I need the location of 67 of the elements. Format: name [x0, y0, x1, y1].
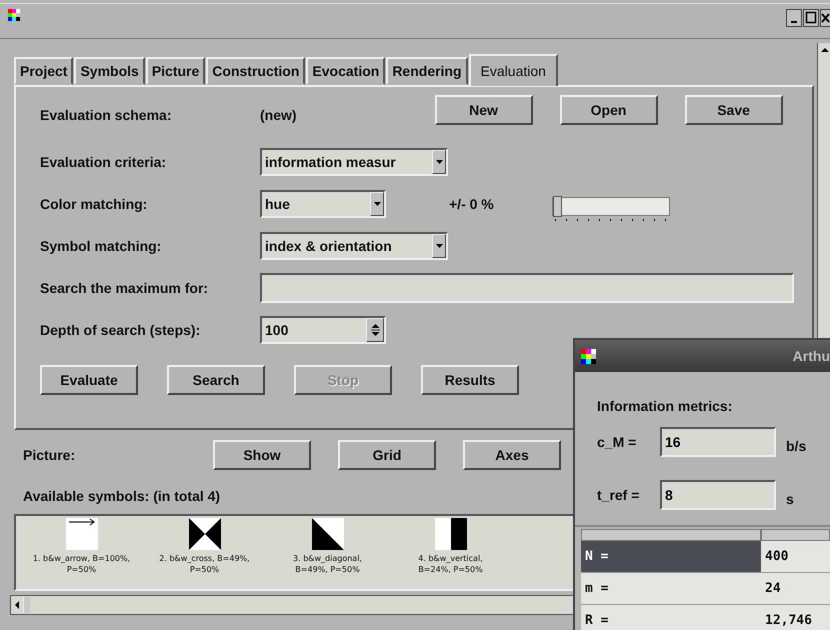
- action-button[interactable]: Search: [167, 365, 265, 395]
- toolbar-button[interactable]: Open: [560, 95, 658, 125]
- search-field[interactable]: [260, 273, 794, 303]
- window-title: Arthu: [792, 348, 830, 364]
- column-header[interactable]: [761, 529, 830, 541]
- tab[interactable]: Evaluation: [468, 54, 558, 86]
- app-icon: [8, 9, 20, 21]
- field-label: Search the maximum for:: [40, 280, 210, 296]
- field-label: Depth of search (steps):: [40, 322, 202, 338]
- symbol-caption: 3. b&w_diagonal, B=49%, P=50%: [293, 553, 362, 575]
- unit-label: b/s: [786, 438, 806, 454]
- field-label: c_M =: [597, 434, 638, 450]
- arrow-symbol-icon[interactable]: [66, 518, 98, 550]
- app-icon: [581, 348, 596, 364]
- toolbar-button[interactable]: Save: [684, 95, 783, 125]
- section-heading: Information metrics:: [597, 398, 734, 414]
- scroll-thumb[interactable]: [23, 597, 30, 613]
- unit-label: s: [786, 491, 794, 507]
- hourglass-symbol-icon[interactable]: [188, 518, 220, 550]
- picture-button[interactable]: Grid: [338, 440, 436, 470]
- vertical-symbol-icon[interactable]: [434, 518, 466, 550]
- action-button[interactable]: Evaluate: [40, 365, 138, 395]
- table-cell-text: 24: [764, 580, 782, 598]
- tab[interactable]: Evocation: [306, 57, 386, 85]
- symbol-caption: 1. b&w_arrow, B=100%, P=50%: [32, 553, 130, 575]
- field-label: Evaluation schema:: [40, 107, 172, 123]
- tab[interactable]: Rendering: [386, 57, 468, 85]
- picture-button[interactable]: Show: [213, 440, 311, 470]
- metric-field[interactable]: 16: [660, 427, 776, 457]
- tab[interactable]: Project: [14, 57, 74, 85]
- tab[interactable]: Symbols: [74, 57, 145, 85]
- action-button[interactable]: Results: [421, 365, 519, 395]
- tolerance-slider[interactable]: [552, 196, 670, 216]
- table-cell[interactable]: m =: [581, 573, 761, 604]
- table-cell-text: 12,746: [764, 612, 813, 630]
- table-cell[interactable]: N =: [581, 541, 761, 572]
- symbol-dropdown[interactable]: index & orientation: [260, 232, 448, 260]
- dropdown-arrow-icon: [436, 244, 442, 248]
- schema-value: (new): [260, 107, 297, 123]
- field-label: t_ref =: [597, 487, 640, 503]
- close-button[interactable]: [820, 9, 830, 27]
- section-heading: Available symbols: (in total 4): [23, 488, 220, 506]
- dropdown-arrow-icon: [436, 160, 442, 164]
- tolerance-label: +/- 0 %: [449, 196, 495, 212]
- criteria-dropdown[interactable]: information measur: [260, 148, 448, 176]
- picture-button[interactable]: Axes: [463, 440, 561, 470]
- maximize-button[interactable]: [803, 9, 819, 27]
- field-label: Color matching:: [40, 196, 148, 212]
- toolbar-button[interactable]: New: [434, 95, 533, 125]
- symbol-caption: 2. b&w_cross, B=49%, P=50%: [159, 553, 250, 575]
- section-label: Picture:: [23, 447, 76, 463]
- dropdown-arrow-icon: [374, 202, 380, 206]
- column-header[interactable]: [581, 529, 761, 541]
- field-label: Symbol matching:: [40, 238, 162, 254]
- symbol-caption: 4. b&w_vertical, B=24%, P=50%: [418, 553, 483, 575]
- metric-field[interactable]: 8: [660, 480, 776, 510]
- depth-spinner[interactable]: 100: [260, 316, 386, 344]
- table-cell-text: 400: [764, 548, 790, 566]
- table-cell[interactable]: R =: [581, 605, 761, 630]
- field-label: Evaluation criteria:: [40, 154, 168, 170]
- diagonal-symbol-icon[interactable]: [312, 518, 344, 550]
- spinner-arrows-icon: [370, 323, 380, 337]
- tab[interactable]: Construction: [206, 57, 306, 85]
- slider-thumb[interactable]: [553, 196, 562, 216]
- color-dropdown[interactable]: hue: [260, 190, 386, 218]
- tab[interactable]: Picture: [146, 57, 206, 85]
- minimize-button[interactable]: [786, 9, 802, 27]
